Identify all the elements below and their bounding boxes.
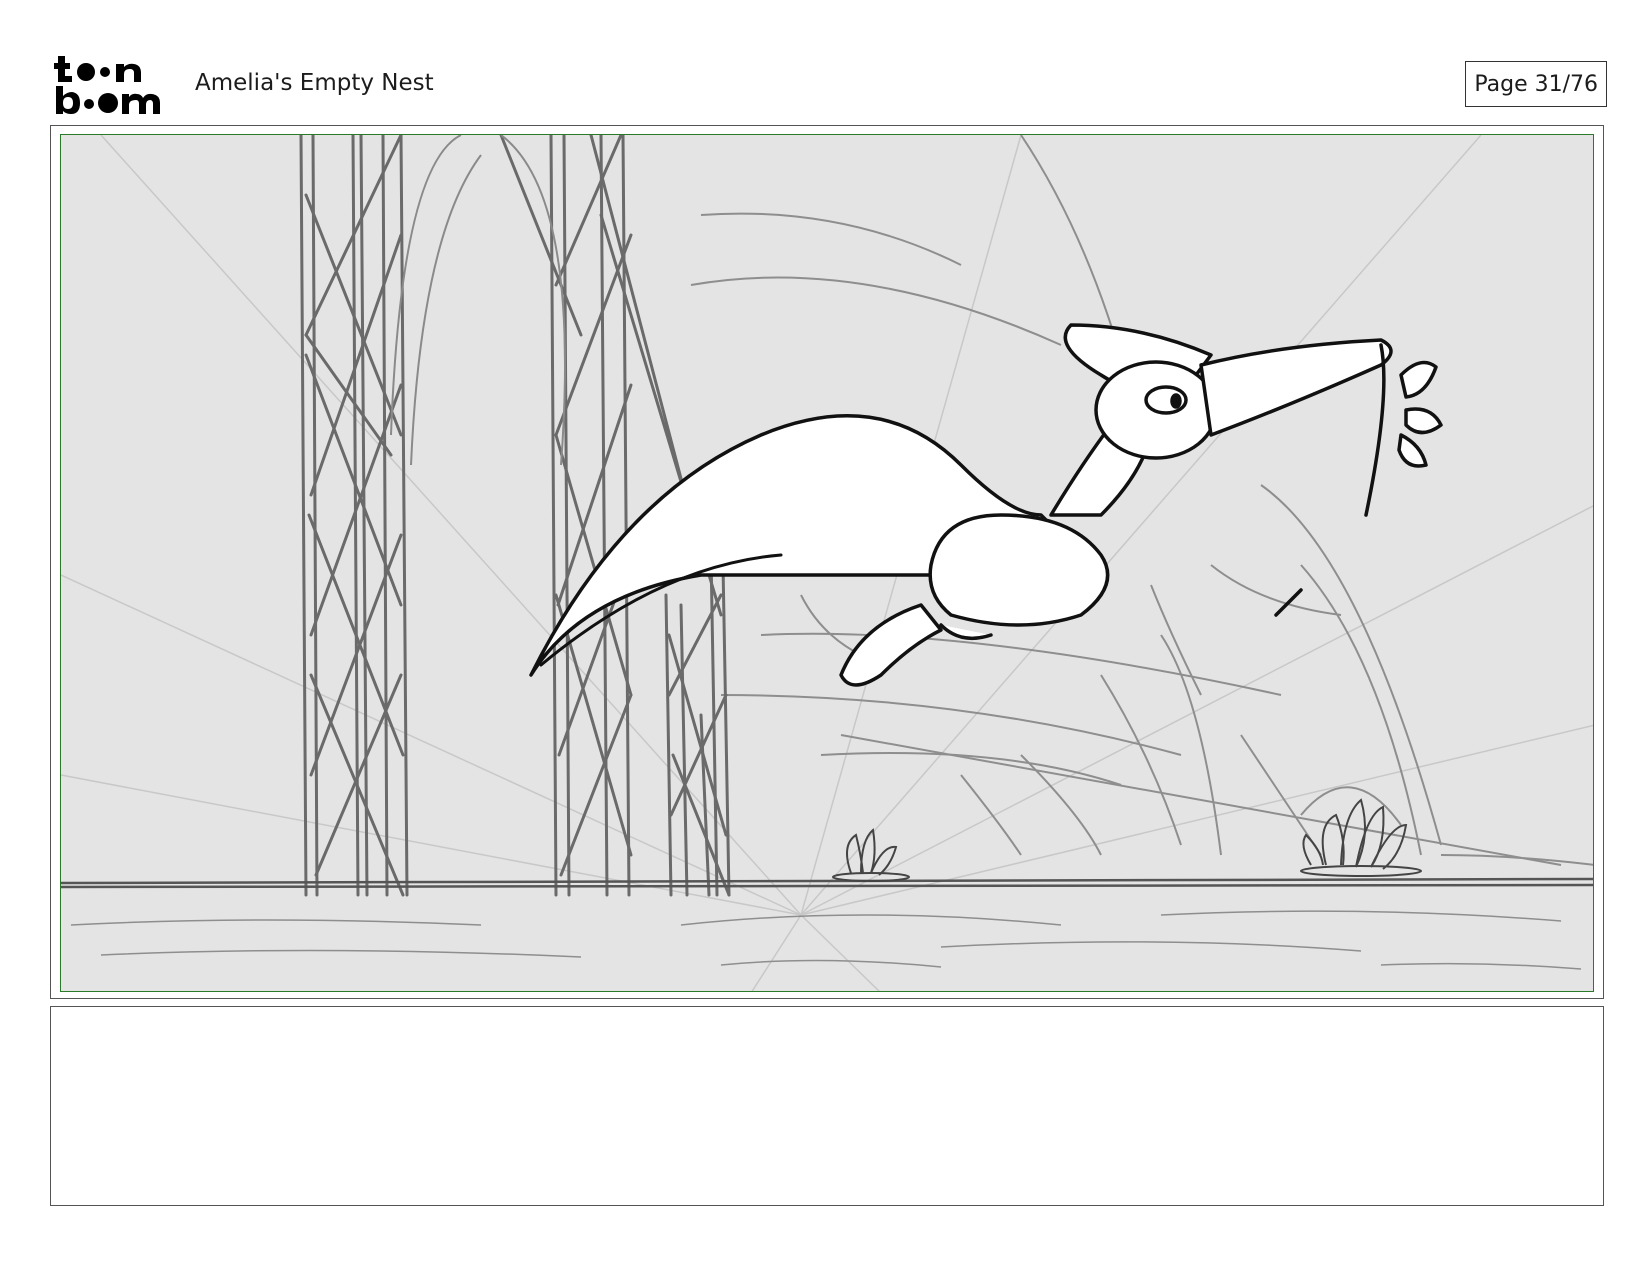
- arch-curves: [390, 135, 566, 466]
- storyboard-panel: [50, 125, 1604, 999]
- page-indicator: Page 31/76: [1465, 61, 1607, 107]
- panel-drawing-area: [60, 134, 1594, 992]
- panel-notes-box: [50, 1006, 1604, 1206]
- ground-line: [61, 877, 1593, 889]
- document-title: Amelia's Empty Nest: [195, 70, 434, 96]
- plant-small: [832, 828, 910, 882]
- panel-notes-text: [51, 1007, 1603, 1027]
- toonboom-logo: toon boom: [54, 54, 172, 116]
- plant-large: [1300, 798, 1422, 877]
- toonboom-logo-icon: [54, 56, 160, 114]
- panel-sketch: [61, 135, 1593, 991]
